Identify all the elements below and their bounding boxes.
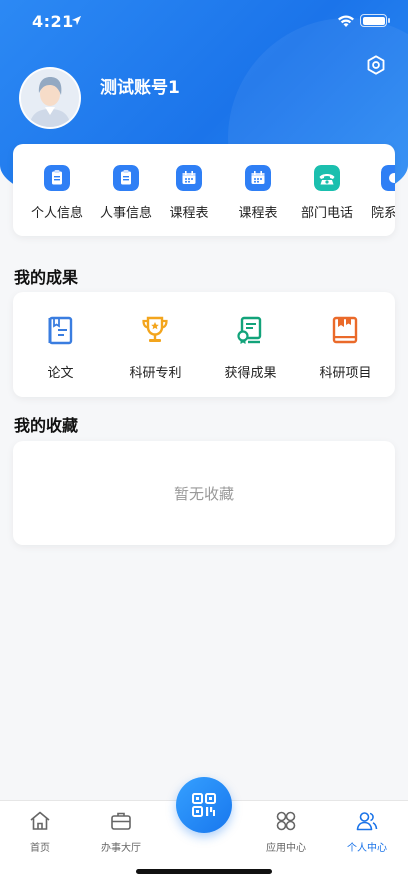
achievement-label: 获得成果 [224, 366, 277, 381]
quick-item-personal-info[interactable]: 个人信息 [22, 144, 92, 236]
achievement-label: 科研项目 [319, 366, 372, 381]
achievement-projects[interactable]: 科研项目 [298, 292, 393, 397]
quick-item-dept-phone[interactable]: 部门电话 [292, 144, 362, 236]
avatar-image [21, 69, 79, 127]
tab-app-center[interactable]: 应用中心 [246, 807, 326, 857]
achievements-card: 论文 科研专利 获得成果 科研项目 [13, 292, 395, 397]
paper-icon [48, 316, 73, 345]
quick-item-schedule[interactable]: 课程表 [154, 144, 224, 236]
scan-qr-button[interactable] [176, 777, 232, 833]
qr-code-icon [192, 793, 216, 817]
tab-label: 办事大厅 [101, 843, 141, 854]
quick-item-label: 院系 [371, 206, 395, 221]
achievement-papers[interactable]: 论文 [13, 292, 108, 397]
tab-label: 应用中心 [266, 843, 306, 854]
trophy-icon [142, 316, 168, 342]
achievement-label: 科研专利 [129, 366, 182, 381]
quick-item-hr-info[interactable]: 人事信息 [91, 144, 161, 236]
book-icon [332, 316, 358, 344]
tab-personal-center[interactable]: 个人中心 [327, 807, 407, 857]
wifi-icon [338, 15, 354, 27]
user-icon [356, 812, 378, 831]
favorites-empty-text: 暂无收藏 [173, 485, 234, 503]
status-time: 4:21 [32, 12, 74, 31]
favorites-title: 我的收藏 [14, 416, 79, 435]
phone-icon [314, 165, 340, 191]
apps-icon [276, 811, 296, 831]
certificate-icon [237, 316, 262, 344]
quick-item-schedule-2[interactable]: 课程表 [223, 144, 293, 236]
avatar[interactable] [19, 67, 81, 129]
battery-icon [360, 14, 390, 27]
achievement-results[interactable]: 获得成果 [203, 292, 298, 397]
quick-item-department[interactable]: 院系 [359, 144, 395, 236]
app-icon [381, 165, 395, 191]
achievement-label: 论文 [47, 366, 74, 381]
username: 测试账号1 [100, 78, 180, 98]
calendar-icon [176, 165, 202, 191]
briefcase-icon [111, 812, 131, 830]
quick-item-label: 部门电话 [300, 206, 353, 221]
quick-access-card: 个人信息 人事信息 课程表 课程表 部门电话 院系 [13, 144, 395, 236]
clipboard-icon [44, 165, 70, 191]
home-indicator [136, 869, 272, 874]
achievements-title: 我的成果 [14, 268, 79, 287]
tab-service-hall[interactable]: 办事大厅 [81, 807, 161, 857]
calendar-icon [245, 165, 271, 191]
achievement-patents[interactable]: 科研专利 [108, 292, 203, 397]
status-bar: 4:21 [0, 0, 408, 44]
settings-icon[interactable] [365, 54, 387, 76]
tab-home[interactable]: 首页 [0, 807, 80, 857]
tab-label: 个人中心 [347, 843, 387, 854]
home-icon [30, 811, 50, 830]
clipboard-icon [113, 165, 139, 191]
location-arrow-icon [71, 15, 82, 26]
tab-label: 首页 [30, 843, 50, 854]
favorites-card: 暂无收藏 [13, 441, 395, 545]
